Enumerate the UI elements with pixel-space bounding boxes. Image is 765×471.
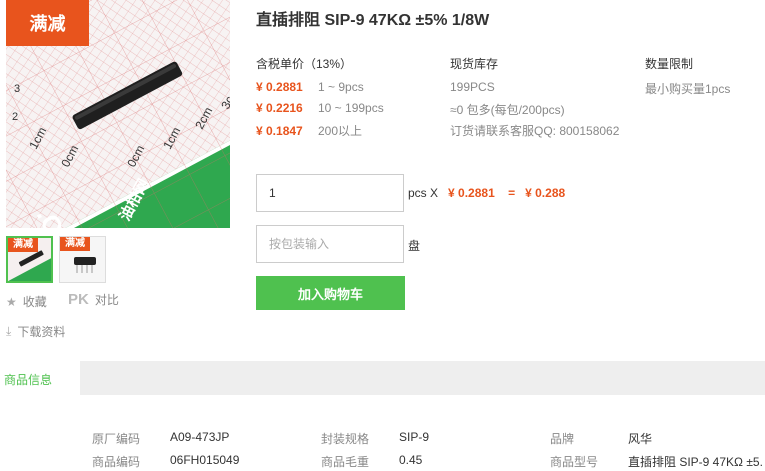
info-item: 直插排阻 SIP-9 47KΩ ±5. (628, 453, 765, 470)
compare-button[interactable]: PK 对比 (68, 291, 119, 308)
pk-icon: PK (68, 291, 89, 308)
download-label: 下载资料 (17, 325, 66, 339)
thumbnail-1[interactable]: 满减 (6, 236, 53, 283)
info-item: 品牌 (550, 430, 574, 447)
info-item: A09-473JP (170, 430, 229, 444)
price-tier: ¥ 0.1847 200以上 (256, 122, 362, 139)
info-value: SIP-9 (399, 430, 430, 444)
info-value: 直插排阻 SIP-9 47KΩ ±5. (628, 455, 763, 469)
ruler-label: 2 (12, 111, 18, 123)
tab-product-info[interactable]: 商品信息 (0, 361, 80, 395)
info-value: 06FH015049 (170, 453, 240, 467)
pack-unit-label: 盘 (408, 239, 421, 253)
tier-price: ¥ 0.1847 (256, 124, 303, 138)
thumbnail-2[interactable]: 满减 (59, 236, 106, 283)
star-icon: ★ (6, 294, 17, 309)
info-item: 商品型号 (550, 453, 598, 470)
promo-tag: 满减 (6, 0, 89, 46)
download-icon: ⤓ (6, 324, 12, 338)
info-item: 封装规格 (321, 430, 369, 447)
pack-quantity-input[interactable] (256, 225, 404, 263)
tier-qty: 10 ~ 199pcs (318, 101, 384, 115)
tier-qty: 200以上 (318, 124, 363, 138)
tier-qty: 1 ~ 9pcs (318, 80, 364, 94)
pcs-multiplier: pcs X (408, 186, 439, 200)
compare-label: 对比 (94, 293, 119, 307)
info-key: 商品型号 (550, 455, 599, 469)
tier-price: ¥ 0.2216 (256, 101, 303, 115)
info-key: 封装规格 (321, 432, 370, 446)
info-value: 0.45 (399, 453, 423, 467)
price-tier: ¥ 0.2216 10 ~ 199pcs (256, 101, 384, 115)
tab-bar (0, 361, 765, 395)
info-item: 0.45 (399, 453, 422, 467)
info-item: SIP-9 (399, 430, 429, 444)
add-to-cart-button[interactable]: 加入购物车 (256, 276, 405, 310)
thumbnail-promo-tag: 满减 (8, 238, 38, 252)
info-item: 原厂编码 (92, 430, 140, 447)
price-header: 含税单价（13%） (256, 57, 353, 71)
calc-equals: = (508, 186, 516, 200)
info-value: 风华 (628, 432, 653, 446)
favorite-label: 收藏 (22, 295, 47, 309)
quantity-input[interactable] (256, 174, 404, 212)
favorite-button[interactable]: ★ 收藏 (6, 293, 47, 310)
info-item: 06FH015049 (170, 453, 239, 467)
ruler-label: 3 (14, 83, 20, 95)
stock-count: 199PCS (450, 80, 495, 94)
product-title: 直插排阻 SIP-9 47KΩ ±5% 1/8W (256, 12, 490, 29)
info-key: 品牌 (550, 432, 575, 446)
limit-text: 最小购买量1pcs (645, 82, 731, 96)
stock-packs: ≈0 包多(每包/200pcs) (450, 103, 565, 117)
download-datasheet-button[interactable]: ⤓ 下载资料 (6, 323, 65, 340)
info-item: 商品毛重 (321, 453, 369, 470)
info-item: 商品编码 (92, 453, 140, 470)
limit-header: 数量限制 (645, 57, 694, 71)
price-calculation: pcs X ¥ 0.2881 = ¥ 0.288 (408, 186, 565, 200)
info-key: 商品毛重 (321, 455, 370, 469)
tier-price: ¥ 0.2881 (256, 80, 303, 94)
thumbnail-promo-tag: 满减 (60, 237, 90, 251)
info-key: 原厂编码 (92, 432, 141, 446)
stock-header: 现货库存 (450, 57, 499, 71)
info-value: A09-473JP (170, 430, 230, 444)
stock-contact: 订货请联系客服QQ: 800158062 (450, 124, 620, 138)
info-key: 商品编码 (92, 455, 141, 469)
price-tier: ¥ 0.2881 1 ~ 9pcs (256, 80, 364, 94)
calc-unit-price: ¥ 0.2881 (448, 186, 495, 200)
info-item: 风华 (628, 430, 652, 447)
calc-total: ¥ 0.288 (525, 186, 566, 200)
